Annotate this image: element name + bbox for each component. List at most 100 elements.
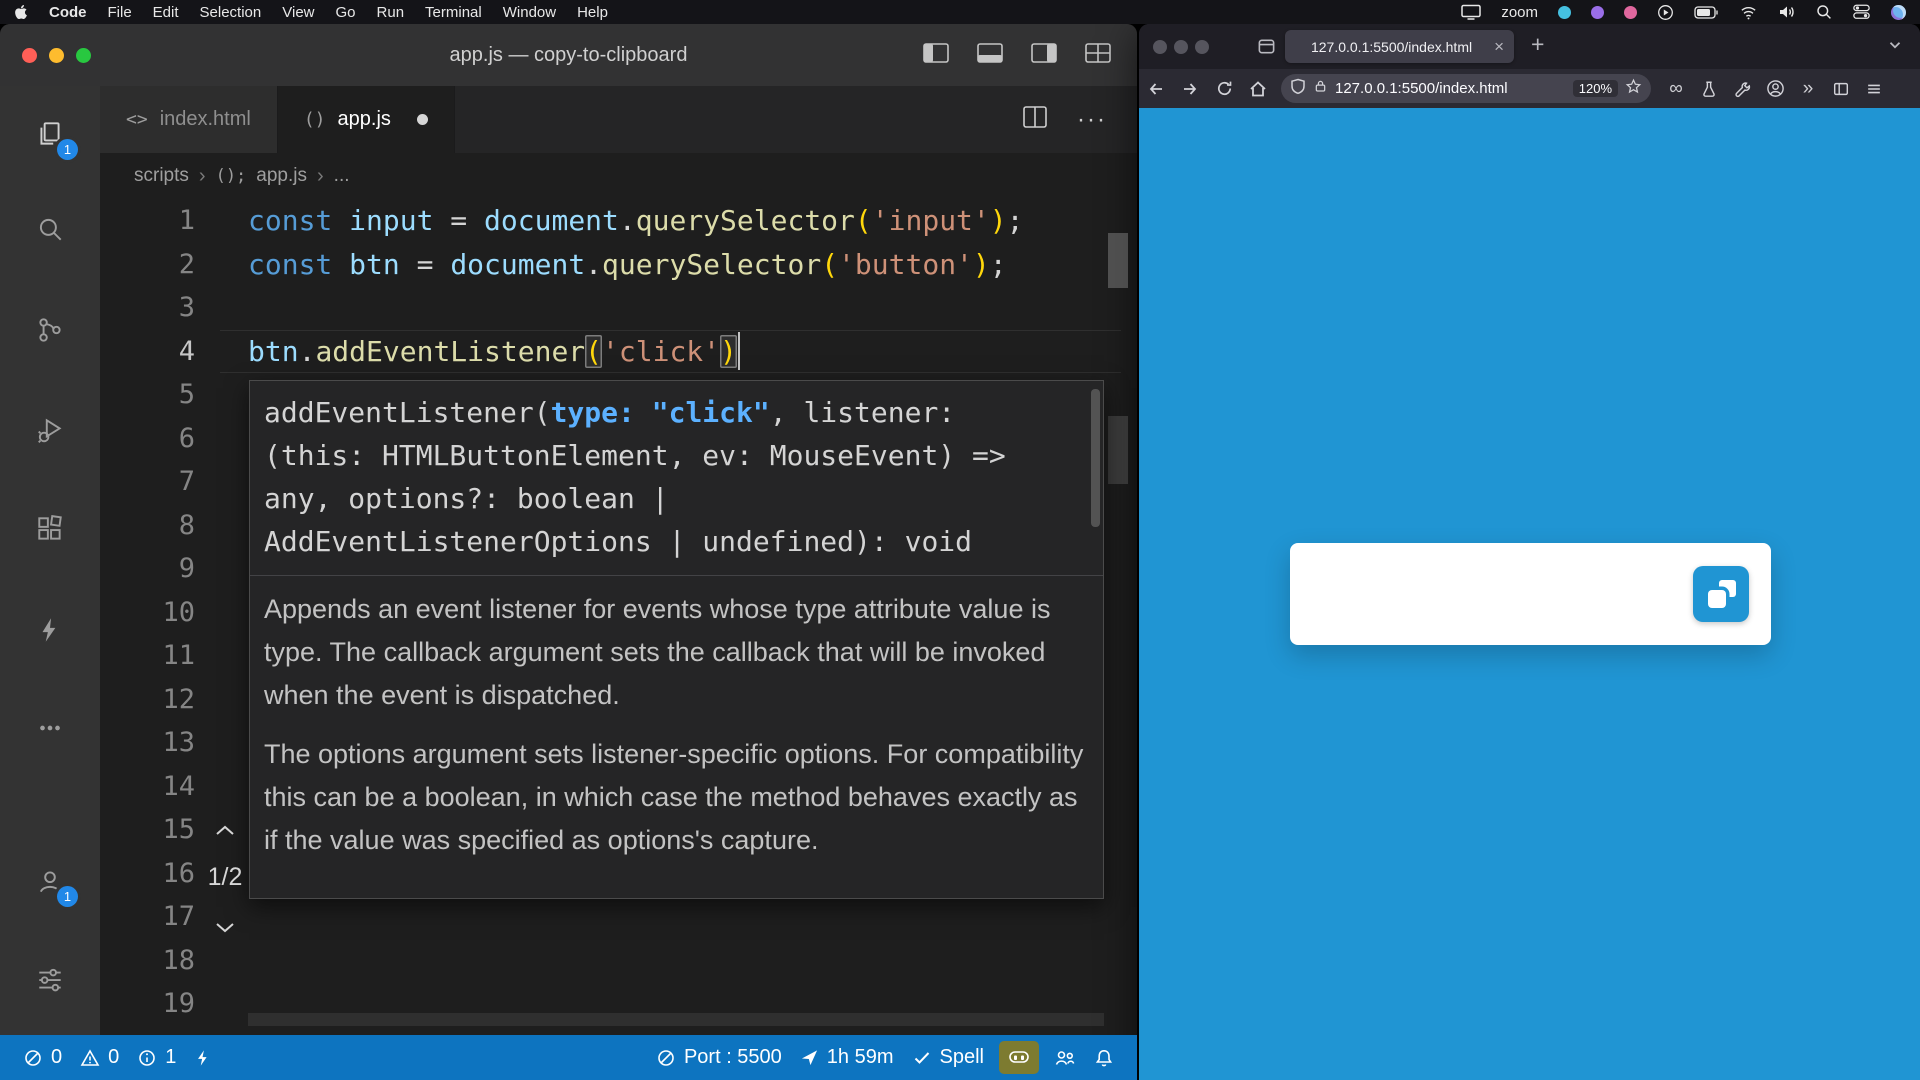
breadcrumb-file[interactable]: app.js bbox=[256, 165, 307, 187]
close-tab-icon[interactable]: × bbox=[1494, 37, 1504, 57]
settings-sliders-icon[interactable] bbox=[0, 964, 100, 994]
close-window-button[interactable] bbox=[22, 48, 37, 63]
breadcrumb-folder[interactable]: scripts bbox=[134, 165, 189, 187]
beaker-extension-icon[interactable] bbox=[1694, 80, 1724, 98]
tab-label: app.js bbox=[338, 108, 391, 131]
run-debug-icon[interactable] bbox=[0, 415, 100, 445]
search-icon[interactable] bbox=[1816, 2, 1832, 22]
app-dot-teal-icon[interactable] bbox=[1558, 6, 1571, 19]
horizontal-scrollbar[interactable] bbox=[248, 1013, 1104, 1026]
chevron-down-icon[interactable] bbox=[215, 904, 235, 948]
more-actions-icon[interactable]: ··· bbox=[1077, 106, 1107, 134]
home-icon[interactable] bbox=[1241, 79, 1275, 99]
hamburger-menu-icon[interactable] bbox=[1859, 80, 1889, 98]
toggle-secondary-sidebar-icon[interactable] bbox=[1031, 43, 1057, 68]
breadcrumb-more[interactable]: ... bbox=[334, 165, 350, 187]
minimize-window-button[interactable] bbox=[49, 48, 64, 63]
signature-pager: 1/2 bbox=[192, 807, 258, 948]
control-center-icon[interactable] bbox=[1852, 2, 1871, 22]
app-dot-purple-icon[interactable] bbox=[1591, 6, 1604, 19]
tab-index-html[interactable]: <> index.html bbox=[100, 86, 278, 153]
tracking-protection-shield-icon[interactable] bbox=[1290, 78, 1306, 100]
siri-icon[interactable] bbox=[1891, 2, 1906, 22]
power-status[interactable] bbox=[185, 1035, 221, 1080]
screen-mirror-icon[interactable] bbox=[1461, 2, 1481, 22]
menu-app-code[interactable]: Code bbox=[49, 4, 87, 21]
search-icon[interactable] bbox=[0, 214, 100, 244]
url-text[interactable]: 127.0.0.1:5500/index.html bbox=[1335, 80, 1566, 97]
menu-help[interactable]: Help bbox=[577, 4, 608, 21]
tab-app-js[interactable]: () app.js bbox=[278, 86, 455, 153]
problems-warnings[interactable]: 0 bbox=[71, 1035, 128, 1080]
thunder-client-icon[interactable] bbox=[0, 615, 100, 645]
battery-icon[interactable] bbox=[1694, 2, 1719, 22]
problems-info[interactable]: 1 bbox=[128, 1035, 185, 1080]
account-avatar-icon[interactable] bbox=[1760, 79, 1790, 98]
zoom-app-menu[interactable]: zoom bbox=[1501, 4, 1538, 21]
menu-go[interactable]: Go bbox=[336, 4, 356, 21]
new-tab-button[interactable]: + bbox=[1531, 31, 1544, 58]
people-status[interactable] bbox=[1045, 1035, 1085, 1080]
copy-button[interactable] bbox=[1693, 566, 1749, 622]
wrench-devtools-icon[interactable] bbox=[1727, 80, 1757, 98]
zoom-level-badge[interactable]: 120% bbox=[1573, 80, 1618, 97]
breadcrumb-separator: › bbox=[317, 165, 324, 188]
chevron-up-icon[interactable] bbox=[215, 807, 235, 851]
spell-checker[interactable]: Spell bbox=[903, 1035, 993, 1080]
browser-tab[interactable]: 127.0.0.1:5500/index.html × bbox=[1285, 30, 1514, 63]
overflow-menu-icon[interactable]: » bbox=[1793, 78, 1823, 100]
explorer-icon[interactable] bbox=[0, 119, 100, 149]
infinity-extension-icon[interactable]: ∞ bbox=[1661, 78, 1691, 100]
problems-errors[interactable]: 0 bbox=[14, 1035, 71, 1080]
list-tabs-chevron-icon[interactable] bbox=[1886, 36, 1904, 59]
accounts-icon[interactable] bbox=[0, 866, 100, 896]
firefox-view-icon[interactable] bbox=[1257, 37, 1276, 61]
copilot-status[interactable] bbox=[999, 1041, 1039, 1074]
menu-edit[interactable]: Edit bbox=[153, 4, 179, 21]
menu-file[interactable]: File bbox=[108, 4, 132, 21]
live-server-port[interactable]: Port : 5500 bbox=[647, 1035, 791, 1080]
app-dot-pink-icon[interactable] bbox=[1624, 6, 1637, 19]
minimize-window-button[interactable] bbox=[1174, 40, 1188, 54]
vscode-titlebar[interactable]: app.js — copy-to-clipboard bbox=[0, 24, 1137, 86]
more-views-icon[interactable] bbox=[0, 713, 100, 743]
extensions-icon[interactable] bbox=[0, 514, 100, 544]
modified-dot-icon[interactable] bbox=[417, 114, 428, 125]
close-window-button[interactable] bbox=[1153, 40, 1167, 54]
menu-window[interactable]: Window bbox=[503, 4, 556, 21]
scrollbar-thumb[interactable] bbox=[1108, 233, 1128, 288]
menu-terminal[interactable]: Terminal bbox=[425, 4, 482, 21]
tab-actions: ··· bbox=[1023, 86, 1137, 153]
zoom-window-button[interactable] bbox=[1195, 40, 1209, 54]
menu-selection[interactable]: Selection bbox=[200, 4, 262, 21]
popup-scrollbar-thumb[interactable] bbox=[1091, 389, 1100, 527]
code-line-1[interactable]: const input = document.querySelector('in… bbox=[248, 199, 1024, 243]
clipboard-text-input[interactable] bbox=[1308, 557, 1683, 631]
toggle-sidebar-icon[interactable] bbox=[923, 43, 949, 68]
notifications[interactable] bbox=[1085, 1035, 1123, 1080]
time-tracker[interactable]: 1h 59m bbox=[791, 1035, 903, 1080]
split-editor-icon[interactable] bbox=[1023, 106, 1047, 133]
sidebars-icon[interactable] bbox=[1826, 80, 1856, 98]
play-circle-icon[interactable] bbox=[1657, 2, 1674, 22]
check-icon bbox=[912, 1048, 932, 1068]
code-line-4[interactable]: btn.addEventListener('click') bbox=[248, 330, 740, 374]
reload-icon[interactable] bbox=[1207, 79, 1241, 98]
zoom-window-button[interactable] bbox=[76, 48, 91, 63]
code-editor[interactable]: 12345678910111213141516171819 const inpu… bbox=[100, 199, 1137, 1035]
volume-icon[interactable] bbox=[1778, 2, 1796, 22]
customize-layout-icon[interactable] bbox=[1085, 43, 1111, 68]
menu-run[interactable]: Run bbox=[377, 4, 405, 21]
back-icon[interactable] bbox=[1139, 79, 1173, 99]
lock-icon[interactable] bbox=[1313, 78, 1328, 99]
source-control-icon[interactable] bbox=[0, 315, 100, 345]
forward-icon[interactable] bbox=[1173, 79, 1207, 99]
address-bar[interactable]: 127.0.0.1:5500/index.html 120% bbox=[1281, 74, 1651, 103]
bookmark-star-icon[interactable] bbox=[1625, 78, 1642, 100]
code-line-2[interactable]: const btn = document.querySelector('butt… bbox=[248, 243, 1007, 287]
wifi-icon[interactable] bbox=[1739, 2, 1758, 22]
toggle-panel-icon[interactable] bbox=[977, 43, 1003, 68]
apple-menu-icon[interactable] bbox=[14, 2, 28, 22]
copilot-icon bbox=[1007, 1048, 1031, 1068]
menu-view[interactable]: View bbox=[282, 4, 314, 21]
